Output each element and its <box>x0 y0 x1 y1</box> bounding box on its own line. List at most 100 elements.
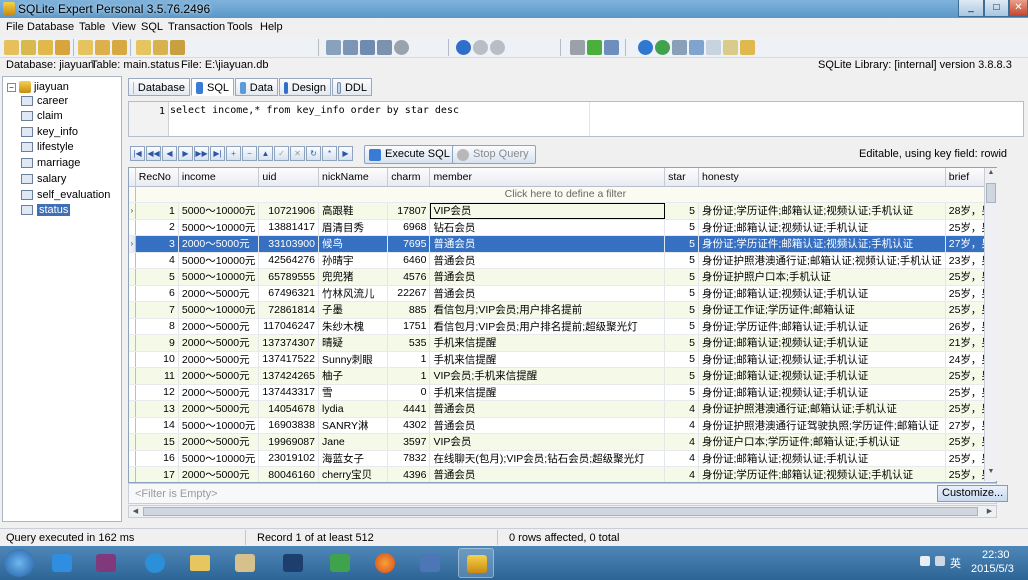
column-header[interactable]: star <box>664 168 699 187</box>
table-cell[interactable]: 2000～5000元 <box>178 400 260 418</box>
scroll-right-icon[interactable]: ▶ <box>984 506 995 517</box>
column-header[interactable]: income <box>178 168 260 187</box>
cancel-edit-button[interactable]: ✕ <box>290 146 305 161</box>
register-icon[interactable] <box>723 40 738 55</box>
table-cell[interactable]: 12 <box>135 384 179 401</box>
table-cell[interactable]: 885 <box>387 301 431 319</box>
table-cell[interactable]: 5000～10000元 <box>178 450 260 467</box>
table-cell[interactable]: 2000～5000元 <box>178 334 260 352</box>
table-cell[interactable]: 10721906 <box>258 202 319 220</box>
tab-data[interactable]: Data <box>235 78 278 96</box>
rollback-icon[interactable] <box>490 40 505 55</box>
table-cell[interactable]: Sunny刺眼 <box>318 351 389 368</box>
table-cell[interactable]: 身份证;学历证件;邮箱认证;视频认证;手机认证 <box>698 235 946 253</box>
table-row[interactable]: 15 2000～5000元 19969087 Jane 3597 VIP会员 4 身份证户口本… <box>129 433 996 451</box>
stop-query-button[interactable]: Stop Query <box>452 145 536 164</box>
table-cell[interactable]: 2000～5000元 <box>178 318 260 335</box>
table-cell[interactable]: 137374307 <box>258 334 319 352</box>
table-row[interactable]: 13 2000～5000元 14054678 lydia 4441 普通会员 4 身份证护照港… <box>129 400 996 418</box>
table-cell[interactable]: 候鸟 <box>318 235 389 253</box>
tree-root[interactable]: − jiayuan <box>7 81 69 93</box>
table-cell[interactable]: 手机来信提醒 <box>429 384 666 401</box>
table-cell[interactable]: 67496321 <box>258 285 319 302</box>
vertical-scrollbar[interactable]: ▲ ▼ <box>984 168 997 481</box>
table-cell[interactable]: 33103900 <box>258 235 319 253</box>
table-cell[interactable]: 1751 <box>387 318 431 335</box>
layout-icon[interactable] <box>604 40 619 55</box>
table-cell[interactable]: 普通会员 <box>429 285 666 302</box>
table-cell[interactable]: 4 <box>664 417 699 434</box>
table-row[interactable]: 2 5000～10000元 13881417 眉清目秀 6968 钻石会员 5 身份证;邮箱认… <box>129 219 996 236</box>
table-cell[interactable]: 2000～5000元 <box>178 235 260 253</box>
table-row[interactable]: 11 2000～5000元 137424265 柚子 1 VIP会员;手机来信提醒 5 身份证… <box>129 367 996 385</box>
table-cell[interactable]: 身份证;学历证件;邮箱认证;视频认证;手机认证 <box>698 202 946 220</box>
refresh-data-button[interactable]: ↻ <box>306 146 321 161</box>
menu-sql[interactable]: SQL <box>141 21 163 33</box>
column-header[interactable]: RecNo <box>135 168 179 187</box>
table-cell[interactable]: 5000～10000元 <box>178 219 260 236</box>
table-cell[interactable]: 7695 <box>387 235 431 253</box>
table-cell[interactable]: 4 <box>664 450 699 467</box>
table-cell[interactable]: 137417522 <box>258 351 319 368</box>
begin-transaction-icon[interactable] <box>456 40 471 55</box>
hscroll-thumb[interactable] <box>143 507 978 516</box>
table-cell[interactable]: 5 <box>664 384 699 401</box>
table-cell[interactable]: lydia <box>318 400 389 418</box>
table-cell[interactable]: 13 <box>135 400 179 418</box>
collapse-icon[interactable]: − <box>7 82 16 92</box>
refresh-icon[interactable] <box>655 40 670 55</box>
table-cell[interactable]: 柚子 <box>318 367 389 385</box>
tab-database[interactable]: Database <box>128 78 190 96</box>
table-cell[interactable]: 7 <box>135 301 179 319</box>
table-cell[interactable]: 1 <box>135 202 179 220</box>
table-cell[interactable]: 5 <box>664 219 699 236</box>
table-cell[interactable]: VIP会员 <box>429 202 666 220</box>
column-header[interactable]: honesty <box>698 168 946 187</box>
table-cell[interactable]: 普通会员 <box>429 252 666 269</box>
table-cell[interactable]: 5 <box>664 202 699 220</box>
scroll-down-icon[interactable]: ▼ <box>986 468 996 480</box>
table-cell[interactable]: 1 <box>387 351 431 368</box>
table-cell[interactable]: SANRY淋 <box>318 417 389 434</box>
menu-transaction[interactable]: Transaction <box>168 21 225 33</box>
table-cell[interactable]: 16903838 <box>258 417 319 434</box>
table-cell[interactable]: 5000～10000元 <box>178 202 260 220</box>
table-cell[interactable]: 身份证;邮箱认证;视频认证;手机认证 <box>698 450 946 467</box>
drop-object-icon[interactable] <box>394 40 409 55</box>
table-cell[interactable]: VIP会员 <box>429 433 666 451</box>
table-cell[interactable]: 身份证工作证;学历证件;邮箱认证 <box>698 301 946 319</box>
table-row[interactable]: 8 2000～5000元 117046247 朱纱木槐 1751 看信包月;VIP会员;用… <box>129 318 996 335</box>
table-cell[interactable]: 身份证;邮箱认证;视频认证;手机认证 <box>698 285 946 302</box>
taskbar-sqlite-expert[interactable] <box>458 548 494 578</box>
design-table-icon[interactable] <box>95 40 110 55</box>
table-cell[interactable]: 竹林风流儿 <box>318 285 389 302</box>
table-cell[interactable]: 23019102 <box>258 450 319 467</box>
tools-icon[interactable] <box>672 40 687 55</box>
table-cell[interactable]: 4302 <box>387 417 431 434</box>
tree-item-salary[interactable]: salary <box>21 171 66 186</box>
prior-record-button[interactable]: ◀ <box>162 146 177 161</box>
table-cell[interactable]: 普通会员 <box>429 268 666 286</box>
table-cell[interactable]: 10 <box>135 351 179 368</box>
filter-row-hint[interactable]: Click here to define a filter <box>135 186 996 203</box>
scroll-thumb[interactable] <box>986 183 996 203</box>
table-cell[interactable]: 1 <box>387 367 431 385</box>
table-cell[interactable]: 13881417 <box>258 219 319 236</box>
sql-query-text[interactable]: select income,* from key_info order by s… <box>170 105 459 116</box>
table-cell[interactable]: 17 <box>135 466 179 482</box>
tray-time[interactable]: 22:30 <box>982 549 1010 561</box>
table-cell[interactable]: 钻石会员 <box>429 219 666 236</box>
table-cell[interactable]: 17807 <box>387 202 431 220</box>
table-cell[interactable]: 普通会员 <box>429 466 666 482</box>
table-cell[interactable]: 72861814 <box>258 301 319 319</box>
table-cell[interactable]: 5 <box>664 268 699 286</box>
table-row[interactable]: 16 5000～10000元 23019102 海蓝女子 7832 在线聊天(包月);VI… <box>129 450 996 467</box>
table-cell[interactable]: 海蓝女子 <box>318 450 389 467</box>
scroll-up-icon[interactable]: ▲ <box>986 169 996 181</box>
table-cell[interactable]: 身份证护照户口本;手机认证 <box>698 268 946 286</box>
first-record-button[interactable]: |◀ <box>130 146 145 161</box>
table-cell[interactable]: 身份证护照港澳通行证;邮箱认证;视频认证;手机认证 <box>698 252 946 269</box>
table-cell[interactable]: 身份证护照港澳通行证;邮箱认证;手机认证 <box>698 400 946 418</box>
post-edit-button[interactable]: ✓ <box>274 146 289 161</box>
prior-page-button[interactable]: ◀◀ <box>146 146 161 161</box>
